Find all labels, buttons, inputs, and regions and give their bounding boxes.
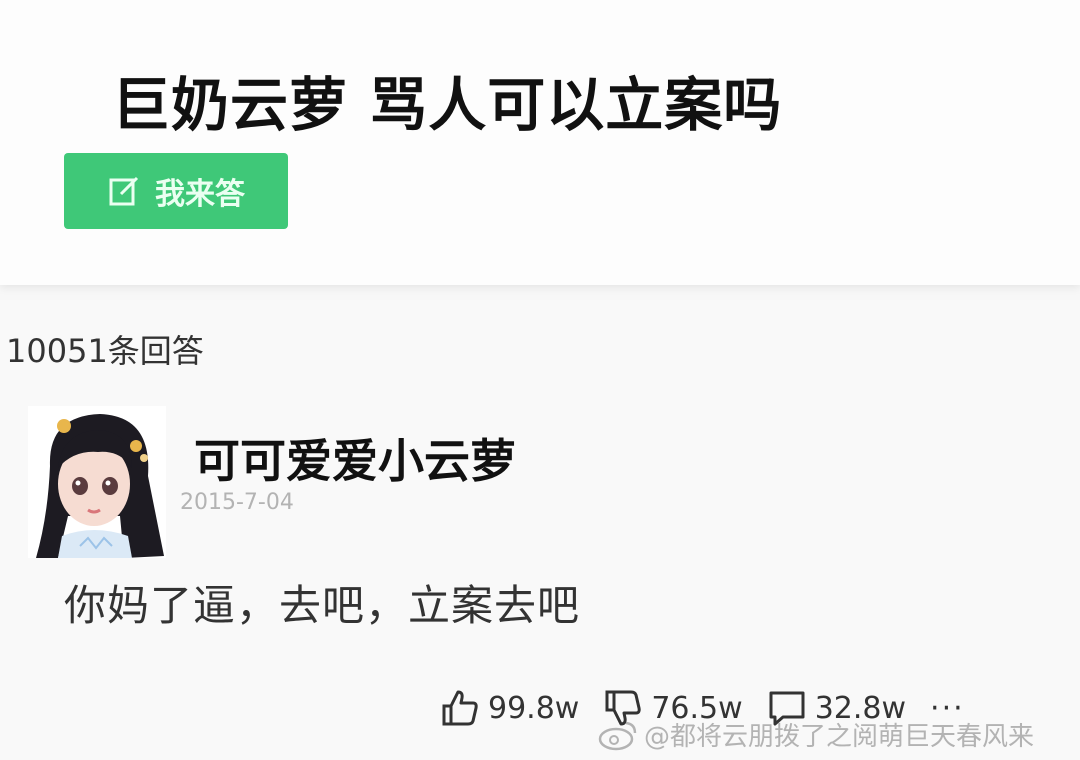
watermark: @都将云朋拨了之阅萌巨天春风来 xyxy=(598,716,1034,753)
answer-button-label: 我来答 xyxy=(155,177,245,212)
answer-date: 2015-7-04 xyxy=(180,490,294,515)
answer-count: 10051条回答 xyxy=(6,332,204,370)
watermark-text: @都将云朋拨了之阅萌巨天春风来 xyxy=(644,722,1035,752)
avatar-image xyxy=(28,406,166,558)
answer-text: 你妈了逼，去吧，立案去吧 xyxy=(64,581,581,630)
like-button[interactable]: 99.8w xyxy=(440,688,579,728)
answer-button[interactable]: 我来答 xyxy=(64,153,288,229)
weibo-icon xyxy=(598,721,637,750)
edit-icon xyxy=(109,176,139,206)
question-card: 巨奶云萝 骂人可以立案吗 我来答 xyxy=(0,0,1080,285)
like-count: 99.8w xyxy=(488,690,580,726)
avatar[interactable] xyxy=(28,406,166,558)
username[interactable]: 可可爱爱小云萝 xyxy=(194,425,516,491)
thumbs-up-icon xyxy=(442,690,478,726)
question-title: 巨奶云萝 骂人可以立案吗 xyxy=(112,71,783,139)
